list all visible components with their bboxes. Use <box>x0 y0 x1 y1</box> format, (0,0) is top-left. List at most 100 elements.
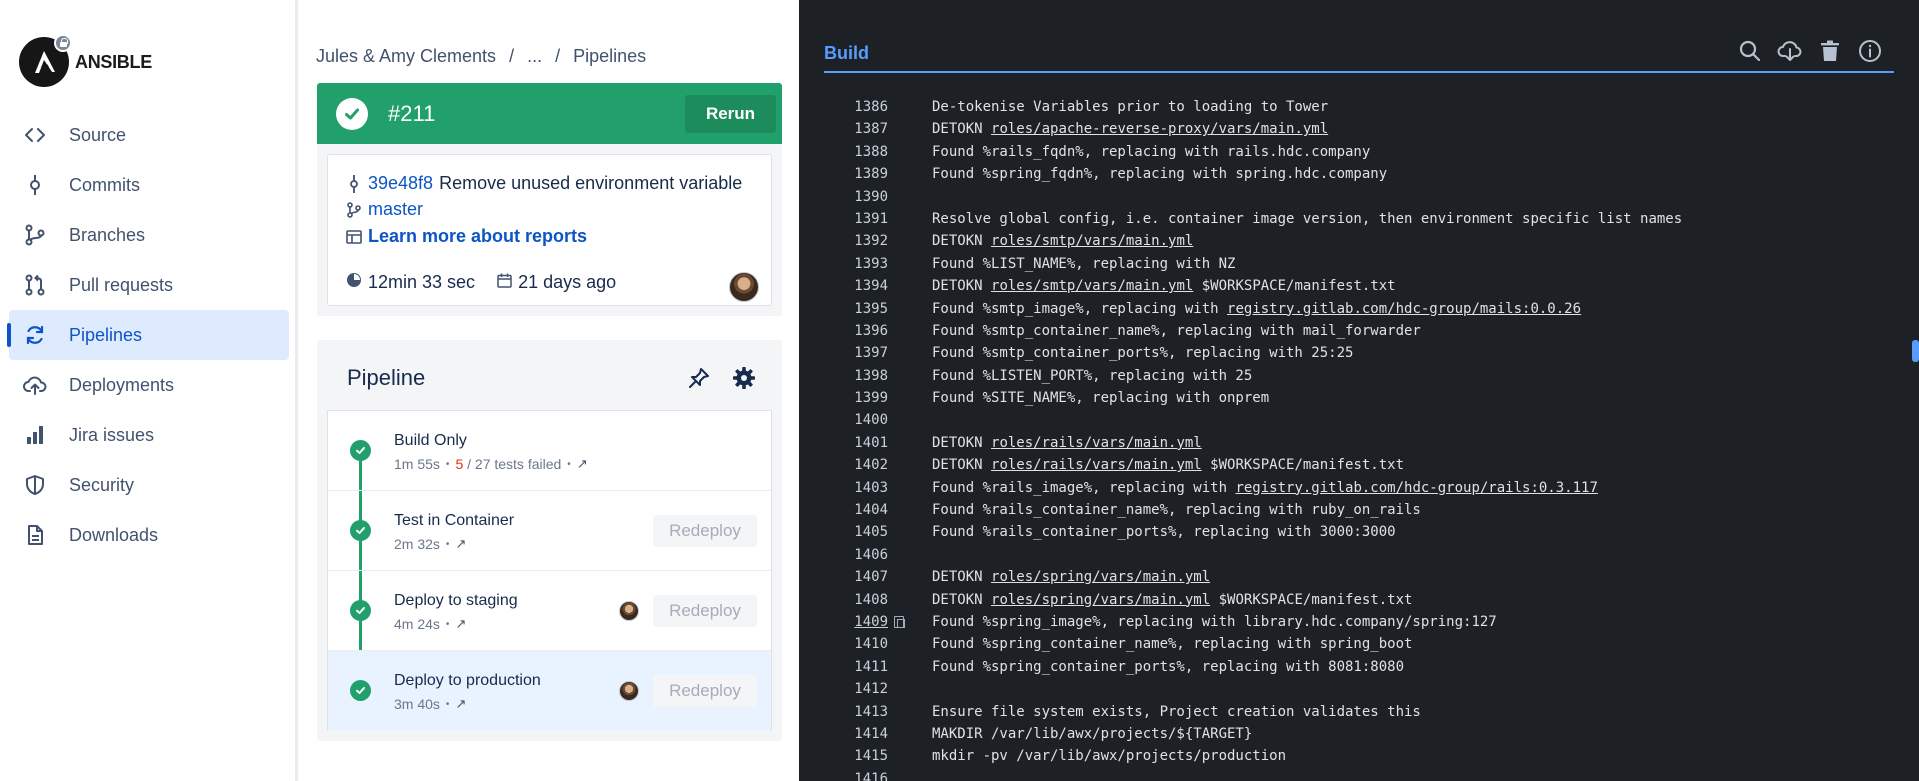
log-line-number[interactable]: 1398 <box>833 365 888 387</box>
sidebar-item-pipelines[interactable]: Pipelines <box>7 310 289 360</box>
log-text-segment: $WORKSPACE/manifest.txt <box>1201 457 1405 474</box>
log-link[interactable]: roles/spring/vars/main.yml <box>991 569 1210 585</box>
log-line-number[interactable]: 1402 <box>833 454 888 476</box>
log-line-number[interactable]: 1416 <box>833 768 888 781</box>
log-line-number[interactable]: 1415 <box>833 745 888 767</box>
log-link[interactable]: registry.gitlab.com/hdc-group/rails:0.3.… <box>1235 480 1597 496</box>
log-line-number[interactable]: 1387 <box>833 118 888 140</box>
log-line-number[interactable]: 1393 <box>833 253 888 275</box>
breadcrumb-workspace[interactable]: Jules & Amy Clements <box>316 46 496 66</box>
pull-request-icon <box>22 272 48 298</box>
log-text-segment: Found %spring_container_ports%, replacin… <box>932 658 1405 675</box>
breadcrumb-ellipsis[interactable]: ... <box>527 46 542 66</box>
redeploy-button[interactable]: Redeploy <box>653 515 757 547</box>
stage-deploy-to-production[interactable]: Deploy to production 3m 40s • ↗ Redeploy <box>328 651 771 731</box>
log-text-segment: Found %spring_image%, replacing with lib… <box>932 613 1497 630</box>
sidebar-item-label: Deployments <box>69 374 175 395</box>
sidebar-item-label: Downloads <box>69 524 159 545</box>
log-line-number[interactable]: 1391 <box>833 208 888 230</box>
commit-icon <box>346 174 362 193</box>
tab-build[interactable]: Build <box>824 43 869 64</box>
stage-test-in-container[interactable]: Test in Container 2m 32s • ↗ Redeploy <box>328 491 771 571</box>
sidebar-item-source[interactable]: Source <box>9 110 289 160</box>
log-line-number[interactable]: 1400 <box>833 409 888 431</box>
scrollbar-thumb[interactable] <box>1912 340 1919 362</box>
failed-tests-count: 5 <box>455 456 464 472</box>
log-line-text: Found %spring_image%, replacing with lib… <box>932 611 1497 633</box>
log-line-text: DETOKN roles/smtp/vars/main.yml <box>932 230 1193 252</box>
log-link[interactable]: roles/rails/vars/main.yml <box>991 435 1202 451</box>
search-icon[interactable] <box>1735 36 1765 66</box>
success-check-icon <box>350 520 371 541</box>
log-line-number[interactable]: 1403 <box>833 477 888 499</box>
breadcrumb-current[interactable]: Pipelines <box>573 46 646 66</box>
branch-link[interactable]: master <box>368 199 423 220</box>
log-line-number[interactable]: 1399 <box>833 387 888 409</box>
log-line-number[interactable]: 1396 <box>833 320 888 342</box>
log-link[interactable]: roles/spring/vars/main.yml <box>991 592 1210 608</box>
log-line-text: Found %LIST_NAME%, replacing with NZ <box>932 253 1235 275</box>
log-line-number[interactable]: 1404 <box>833 499 888 521</box>
log-link[interactable]: roles/smtp/vars/main.yml <box>991 233 1193 249</box>
log-line-number[interactable]: 1395 <box>833 298 888 320</box>
log-text-segment: Found %LIST_NAME%, replacing with NZ <box>932 255 1236 272</box>
gear-icon[interactable] <box>731 365 757 391</box>
trash-icon[interactable] <box>1815 36 1845 66</box>
copy-icon[interactable] <box>894 615 905 628</box>
log-link[interactable]: roles/rails/vars/main.yml <box>991 457 1202 473</box>
log-link[interactable]: registry.gitlab.com/hdc-group/mails:0.0.… <box>1227 301 1581 317</box>
sidebar-item-jira-issues[interactable]: Jira issues <box>9 410 289 460</box>
log-line-number[interactable]: 1406 <box>833 544 888 566</box>
log-link[interactable]: roles/smtp/vars/main.yml <box>991 278 1193 294</box>
pipeline-title: Pipeline <box>347 365 426 390</box>
log-line-number[interactable]: 1407 <box>833 566 888 588</box>
external-link-icon[interactable]: ↗ <box>455 616 466 632</box>
log-line-number[interactable]: 1409 <box>833 611 888 633</box>
cloud-download-icon[interactable] <box>1775 36 1805 66</box>
redeploy-button[interactable]: Redeploy <box>653 595 757 627</box>
stage-build-only[interactable]: Build Only 1m 55s • 5 / 27 tests failed … <box>328 411 771 491</box>
sidebar-item-pull-requests[interactable]: Pull requests <box>9 260 289 310</box>
log-line-number[interactable]: 1397 <box>833 342 888 364</box>
rerun-button[interactable]: Rerun <box>685 95 776 133</box>
build-status-header: #211 Rerun <box>317 83 782 144</box>
learn-more-reports-link[interactable]: Learn more about reports <box>368 226 587 247</box>
sidebar-item-deployments[interactable]: Deployments <box>9 360 289 410</box>
external-link-icon[interactable]: ↗ <box>455 696 466 712</box>
log-line-number[interactable]: 1412 <box>833 678 888 700</box>
commit-hash-link[interactable]: 39e48f8 <box>368 173 433 194</box>
log-line-number[interactable]: 1388 <box>833 141 888 163</box>
log-line-number[interactable]: 1414 <box>833 723 888 745</box>
commit-message: Remove unused environment variable <box>439 173 743 193</box>
log-line-number[interactable]: 1401 <box>833 432 888 454</box>
log-line-number[interactable]: 1392 <box>833 230 888 252</box>
stage-deploy-to-staging[interactable]: Deploy to staging 4m 24s • ↗ Redeploy <box>328 571 771 651</box>
log-line-number[interactable]: 1390 <box>833 186 888 208</box>
external-link-icon[interactable]: ↗ <box>577 456 588 472</box>
brand[interactable]: ANSIBLE <box>19 34 152 87</box>
log-line-text: DETOKN roles/rails/vars/main.yml $WORKSP… <box>932 454 1404 476</box>
tests-summary[interactable]: / 27 tests failed <box>467 456 561 472</box>
log-line-number[interactable]: 1394 <box>833 275 888 297</box>
sidebar-item-downloads[interactable]: Downloads <box>9 510 289 560</box>
avatar[interactable] <box>619 681 639 701</box>
sidebar-item-branches[interactable]: Branches <box>9 210 289 260</box>
log-line: 1406 <box>799 544 1889 566</box>
log-line-number[interactable]: 1413 <box>833 701 888 723</box>
pin-icon[interactable] <box>686 365 712 391</box>
avatar[interactable] <box>729 272 759 302</box>
log-link[interactable]: roles/apache-reverse-proxy/vars/main.yml <box>991 121 1328 137</box>
log-line-number[interactable]: 1386 <box>833 96 888 118</box>
avatar[interactable] <box>619 601 639 621</box>
log-line-number[interactable]: 1411 <box>833 656 888 678</box>
sidebar-item-security[interactable]: Security <box>9 460 289 510</box>
log-line-text: Found %smtp_container_name%, replacing w… <box>932 320 1421 342</box>
info-icon[interactable] <box>1855 36 1885 66</box>
redeploy-button[interactable]: Redeploy <box>653 675 757 707</box>
log-line-number[interactable]: 1410 <box>833 633 888 655</box>
log-line-number[interactable]: 1405 <box>833 521 888 543</box>
log-line-number[interactable]: 1389 <box>833 163 888 185</box>
log-line-number[interactable]: 1408 <box>833 589 888 611</box>
sidebar-item-commits[interactable]: Commits <box>9 160 289 210</box>
external-link-icon[interactable]: ↗ <box>455 536 466 552</box>
